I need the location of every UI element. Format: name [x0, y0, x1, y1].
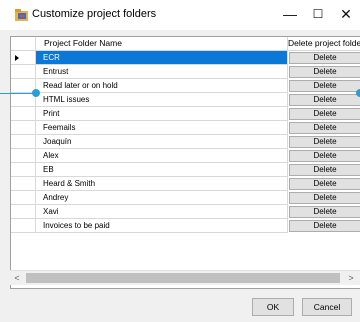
close-button[interactable]: ✕ — [337, 6, 355, 22]
row-header[interactable] — [11, 51, 36, 65]
folder-name-cell[interactable]: HTML issues — [36, 93, 288, 107]
annotation-line-left — [0, 93, 34, 94]
row-header[interactable] — [11, 149, 36, 163]
folder-name-cell[interactable]: Feemails — [36, 121, 288, 135]
annotation-dot-right — [356, 89, 360, 97]
table-row[interactable]: Entrust Delete — [11, 65, 360, 79]
folder-name-cell[interactable]: Read later or on hold — [36, 79, 288, 93]
table-row[interactable]: Invoices to be paid Delete — [11, 219, 360, 233]
row-header[interactable] — [11, 219, 36, 233]
title-bar: Customize project folders — ☐ ✕ — [0, 0, 360, 30]
row-header[interactable] — [11, 107, 36, 121]
table-row[interactable]: ECR Delete — [11, 51, 360, 65]
folder-name-cell[interactable]: Entrust — [36, 65, 288, 79]
table-row[interactable]: Read later or on hold Delete — [11, 79, 360, 93]
scroll-right-icon[interactable]: > — [344, 271, 358, 285]
column-header-folder-name[interactable]: Project Folder Name — [36, 37, 288, 51]
customize-project-folders-dialog: Customize project folders — ☐ ✕ Project … — [0, 0, 360, 322]
row-header[interactable] — [11, 65, 36, 79]
folder-name-cell[interactable]: Heard & Smith — [36, 177, 288, 191]
table-row[interactable]: Feemails Delete — [11, 121, 360, 135]
scrollbar-thumb[interactable] — [26, 273, 340, 283]
table-row[interactable]: Heard & Smith Delete — [11, 177, 360, 191]
row-header[interactable] — [11, 177, 36, 191]
table-row[interactable]: Print Delete — [11, 107, 360, 121]
delete-button[interactable]: Delete — [289, 192, 360, 204]
row-header-corner — [11, 37, 36, 51]
horizontal-scrollbar[interactable]: < > — [10, 270, 360, 285]
cancel-button[interactable]: Cancel — [302, 298, 352, 316]
delete-button[interactable]: Delete — [289, 206, 360, 218]
table-row[interactable]: Andrey Delete — [11, 191, 360, 205]
row-header[interactable] — [11, 135, 36, 149]
delete-button[interactable]: Delete — [289, 80, 360, 92]
column-header-delete[interactable]: Delete project folder — [288, 37, 360, 51]
row-header[interactable] — [11, 191, 36, 205]
row-header[interactable] — [11, 163, 36, 177]
folder-name-cell[interactable]: Invoices to be paid — [36, 219, 288, 233]
minimize-button[interactable]: — — [281, 6, 299, 22]
delete-button[interactable]: Delete — [289, 136, 360, 148]
folder-name-cell[interactable]: Alex — [36, 149, 288, 163]
table-row[interactable]: EB Delete — [11, 163, 360, 177]
delete-button[interactable]: Delete — [289, 66, 360, 78]
scroll-left-icon[interactable]: < — [10, 271, 24, 285]
folder-name-cell[interactable]: Joaquín — [36, 135, 288, 149]
table-row[interactable]: Joaquín Delete — [11, 135, 360, 149]
table-row[interactable]: Xavi Delete — [11, 205, 360, 219]
row-header[interactable] — [11, 205, 36, 219]
maximize-button[interactable]: ☐ — [309, 6, 327, 22]
delete-button[interactable]: Delete — [289, 94, 360, 106]
folder-name-cell[interactable]: Andrey — [36, 191, 288, 205]
delete-button[interactable]: Delete — [289, 122, 360, 134]
table-row[interactable]: HTML issues Delete — [11, 93, 360, 107]
folder-name-cell[interactable]: EB — [36, 163, 288, 177]
window-title: Customize project folders — [32, 8, 157, 20]
delete-button[interactable]: Delete — [289, 220, 360, 232]
delete-button[interactable]: Delete — [289, 164, 360, 176]
delete-button[interactable]: Delete — [289, 108, 360, 120]
folder-name-cell[interactable]: ECR — [36, 51, 288, 65]
current-row-arrow-icon — [15, 55, 19, 61]
folder-name-cell[interactable]: Print — [36, 107, 288, 121]
folder-app-icon — [15, 9, 28, 21]
folder-name-cell[interactable]: Xavi — [36, 205, 288, 219]
row-header[interactable] — [11, 121, 36, 135]
delete-button[interactable]: Delete — [289, 178, 360, 190]
delete-button[interactable]: Delete — [289, 52, 360, 64]
project-folders-grid: Project Folder Name Delete project folde… — [10, 36, 360, 289]
ok-button[interactable]: OK — [252, 298, 294, 316]
table-row[interactable]: Alex Delete — [11, 149, 360, 163]
annotation-dot-left — [32, 89, 40, 97]
delete-button[interactable]: Delete — [289, 150, 360, 162]
